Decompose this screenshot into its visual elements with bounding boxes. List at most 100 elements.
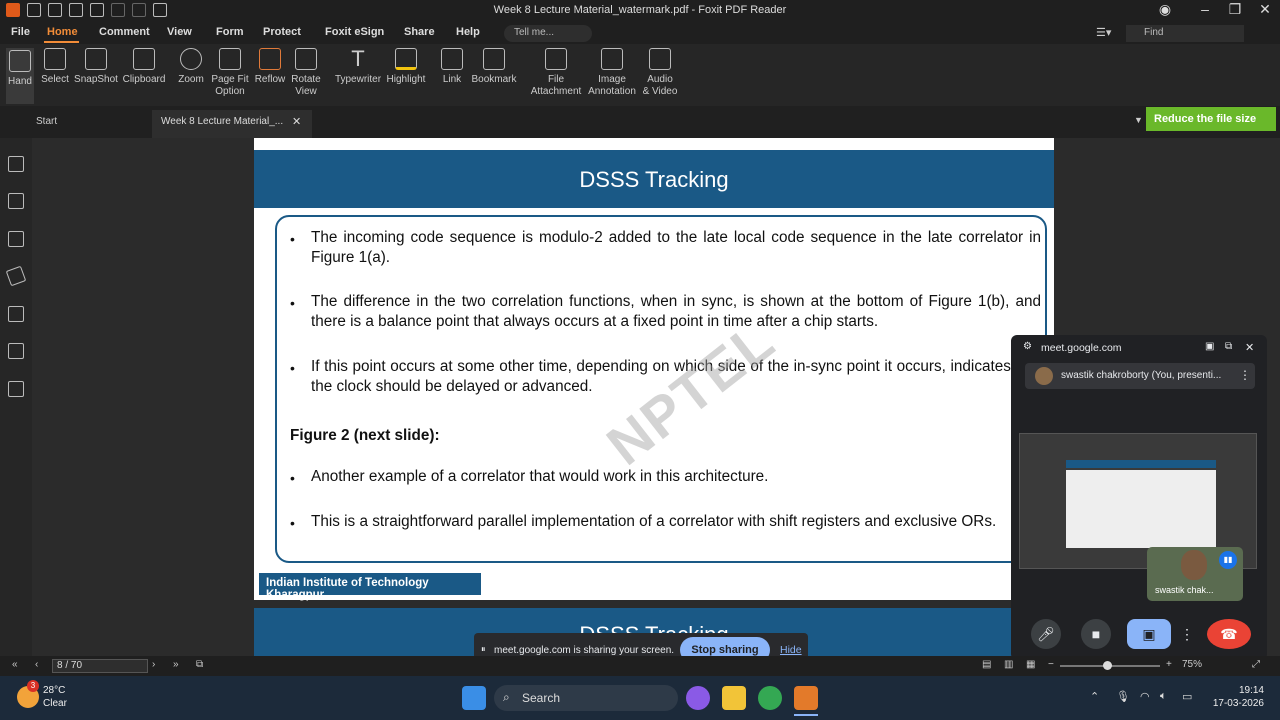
next-page-icon[interactable]: › [152,659,155,670]
zoom-out-icon[interactable]: − [1048,659,1054,670]
select-icon [44,48,66,70]
left-panel: ▶ [0,138,40,658]
windows-taskbar: 3 28°C Clear Search ⌕ ⌃ 🎙︎ ◠ 🔈︎ ▭ 19:14 … [0,676,1280,720]
reflow-button[interactable]: Reflow [254,48,286,86]
previous-page-icon[interactable]: ‹ [35,659,38,670]
drag-handle-icon[interactable]: ⏸ [481,644,486,655]
tab-start[interactable]: Start [36,116,57,127]
zoom-button[interactable]: Zoom [174,48,208,86]
hide-button[interactable]: Hide [780,644,802,656]
present-button[interactable]: ▣ [1127,619,1171,649]
rotate-view-button[interactable]: Rotate View [288,48,324,98]
tab-dropdown-icon[interactable]: ▼ [1134,115,1143,125]
taskbar-search[interactable]: Search [494,685,678,711]
menu-form[interactable]: Form [216,26,244,38]
file-attachment-button[interactable]: File Attachment [530,48,582,98]
hand-tool-button[interactable]: Hand [6,48,34,104]
restore-button[interactable]: ❐ [1220,1,1250,18]
layout-options-icon[interactable]: ☰▾ [1096,26,1111,39]
settings-icon[interactable]: ⚙ [1023,341,1032,352]
reduce-file-size-banner[interactable]: Reduce the file size [1146,107,1276,131]
page-fit-icon [219,48,241,70]
menu-file[interactable]: File [11,26,30,38]
menu-bar: File Home Comment View Form Protect Foxi… [0,22,1280,60]
tab-document[interactable]: Week 8 Lecture Material_... ✕ [152,110,312,138]
menu-foxit-esign[interactable]: Foxit eSign [325,26,384,38]
windows-start-icon[interactable] [462,686,486,710]
single-page-view-icon[interactable]: ▤ [982,659,991,670]
continuous-view-icon[interactable]: ▥ [1004,659,1013,670]
hand-icon [9,50,31,72]
clock[interactable]: 19:14 17-03-2026 [1212,684,1264,710]
more-vert-icon[interactable]: ⋮ [1239,368,1251,382]
page-fit-option-button[interactable]: Page Fit Option [208,48,252,98]
ribbon-label: Image Annotation [588,74,636,97]
audio-video-icon [649,48,671,70]
menu-protect[interactable]: Protect [263,26,301,38]
more-options-button[interactable]: ⋮ [1177,619,1197,649]
menu-comment[interactable]: Comment [99,26,150,38]
reflow-icon [259,48,281,70]
open-tab-icon[interactable]: ⧉ [1225,341,1232,352]
foxit-reader-icon[interactable] [794,686,818,710]
image-annotation-button[interactable]: Image Annotation [586,48,638,98]
preview-slide-header [1066,460,1216,468]
link-button[interactable]: Link [438,48,466,86]
find-input[interactable]: Find [1126,25,1244,42]
zoom-slider-thumb[interactable] [1103,661,1112,670]
ribbon-label: Audio & Video [642,74,678,97]
pages-panel-icon[interactable] [8,193,24,209]
copilot-icon[interactable] [686,686,710,710]
comments-panel-icon[interactable] [8,231,24,247]
minimize-button[interactable]: – [1190,1,1220,17]
chrome-icon[interactable] [758,686,782,710]
tell-me-input[interactable]: Tell me... [504,25,592,42]
fullscreen-icon[interactable]: ⤢ [1252,659,1260,670]
attachment-clip-icon[interactable] [8,306,24,322]
camera-icon[interactable]: ▣ [1205,341,1214,352]
zoom-in-icon[interactable]: + [1166,659,1172,670]
meet-pip-window[interactable]: ⚙ meet.google.com ▣ ⧉ ✕ swastik chakrobo… [1011,335,1267,660]
typewriter-button[interactable]: T Typewriter [332,48,384,86]
facing-view-icon[interactable]: ▦ [1026,659,1035,670]
account-icon[interactable]: ◉ [1150,1,1180,18]
bookmark-button[interactable]: Bookmark [470,48,518,86]
security-panel-icon[interactable] [8,343,24,359]
volume-icon[interactable]: 🔈︎ [1160,690,1167,703]
microphone-button[interactable]: 🎤︎ [1031,619,1061,649]
close-tab-icon[interactable]: ✕ [292,115,301,128]
audio-video-button[interactable]: Audio & Video [640,48,680,98]
microphone-tray-icon[interactable]: 🎙︎ [1116,690,1130,703]
last-page-icon[interactable]: » [173,659,179,670]
wifi-icon[interactable]: ◠ [1140,690,1150,703]
select-tool-button[interactable]: Select [40,48,70,86]
bookmark-panel-icon[interactable] [8,156,24,172]
slide-footer: Indian Institute of Technology Kharagpur [259,573,481,601]
ribbon-label: Page Fit Option [211,74,249,97]
zoom-level[interactable]: 75% [1182,659,1202,670]
tray-overflow-icon[interactable]: ⌃ [1090,690,1099,703]
menu-help[interactable]: Help [456,26,480,38]
menu-home[interactable]: Home [47,26,78,38]
close-pip-icon[interactable]: ✕ [1245,341,1254,354]
weather-widget[interactable]: 28°C Clear [43,684,67,710]
file-attachment-icon [545,48,567,70]
multi-page-icon[interactable]: ⧉ [196,659,203,670]
snapshot-button[interactable]: SnapShot [74,48,118,86]
menu-share[interactable]: Share [404,26,435,38]
bullet-text: This is a straightforward parallel imple… [311,513,997,530]
attachments-panel-icon[interactable] [5,265,27,287]
first-page-icon[interactable]: « [12,659,18,670]
signature-panel-icon[interactable] [8,381,24,397]
page-number-field[interactable]: 8 / 70 [52,659,148,673]
zoom-icon [180,48,202,70]
camera-button[interactable]: ■ [1081,619,1111,649]
highlight-button[interactable]: Highlight [385,48,427,86]
leave-call-button[interactable]: ☎ [1207,619,1251,649]
file-explorer-icon[interactable] [722,686,746,710]
menu-view[interactable]: View [167,26,192,38]
close-window-button[interactable]: ✕ [1250,1,1280,18]
presenter-selector[interactable]: swastik chakroborty (You, presenti... ⋮ [1025,363,1255,389]
battery-icon[interactable]: ▭ [1182,690,1192,703]
clipboard-button[interactable]: Clipboard [122,48,166,86]
